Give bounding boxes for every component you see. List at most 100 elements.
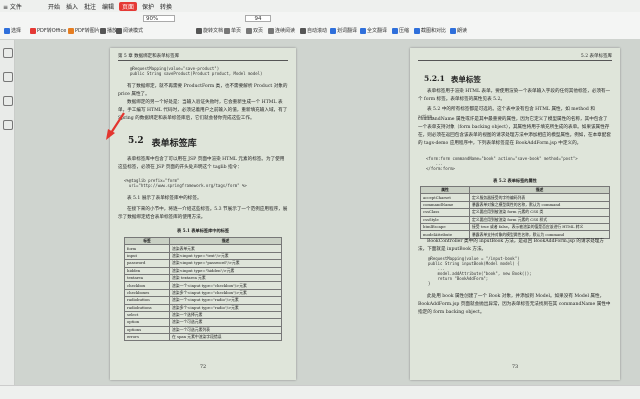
single-page-icon (224, 27, 230, 34)
zoom-input[interactable]: 90% (143, 15, 175, 22)
fulltext-translate-icon (360, 27, 366, 34)
read-aloud-icon (450, 27, 456, 34)
paragraph: 在接下来的小节中，将逐一介绍这些标签。5.3 节展示了一个范例应用程序，展示了数… (118, 207, 288, 220)
section-number: 5.2 (128, 136, 144, 146)
page-header: 5.2 表单标签库 (418, 53, 612, 61)
autoscroll-icon (300, 27, 306, 34)
autoscroll-button[interactable]: 自动滚动 (300, 27, 327, 34)
fulltext-translate-button[interactable]: 全文翻译 (360, 27, 387, 34)
menu-item-edit[interactable]: 页面 (119, 1, 138, 11)
continuous-icon (268, 27, 274, 34)
menu-item-file[interactable]: ≡ 文件 (0, 2, 25, 11)
page-number-input[interactable]: 94 (245, 15, 271, 22)
table-cell-description: 渲染<input type="hidden"/>元素 (169, 266, 282, 275)
table-cell-name: acceptCharset (420, 193, 470, 202)
paragraph: BookController 类中的 inputBook 方法，是返回 Book… (418, 239, 604, 252)
search-icon[interactable] (3, 120, 13, 130)
annotation-arrow (106, 112, 125, 140)
table-cell-description: 在 span 元素中渲染字段错误 (169, 333, 282, 342)
table-cell-description: 渲染多个<input type="radio"/>元素 (169, 303, 282, 312)
code-block-form: <form:form commandName="book" action="sa… (426, 156, 578, 171)
menu-item-start[interactable]: 插入 (63, 2, 81, 11)
read-mode-button[interactable]: 阅读模式 (116, 27, 143, 34)
rotate-icon (196, 27, 202, 34)
read-aloud-button[interactable]: 朗读 (450, 27, 467, 34)
left-sidebar (0, 40, 15, 385)
subsection-heading: 5.2.1 表单标签 (424, 74, 481, 85)
table-row: select 渲染一个选择元素 (124, 310, 282, 320)
arrow-shaft (110, 112, 125, 134)
table-row: cssStyle 定义要应用到被渲染 form 元素的 CSS 样式 (420, 215, 610, 224)
paragraph: 表 5.1 展示了表单标签库中的标签。 (127, 196, 202, 201)
screenshot-button[interactable]: 截图和对比 (414, 27, 446, 34)
continuous-button[interactable]: 连续阅读 (268, 27, 295, 34)
code-block-top: @RequestMapping(value="save-product") pu… (130, 66, 263, 76)
menu-item-page[interactable]: 保护 (139, 2, 157, 11)
table-cell-name: commandName (420, 200, 470, 210)
paragraph: 表单标签用于渲染 HTML 表单，要使用渲染一个表单输入字段的任何其他标签，必须… (418, 89, 611, 102)
table-row: commandName 暴露表单对象之模型属性的名称，默认为 command (420, 200, 610, 210)
menu-item-protect[interactable]: 转换 (157, 2, 175, 11)
pdf-to-office-button[interactable]: PDF转Office ▾ (30, 27, 70, 34)
rotate-button[interactable]: 旋转文档 (196, 27, 223, 34)
select-button[interactable]: 选择 (4, 27, 21, 34)
rotate-label: 旋转文档 (203, 28, 224, 34)
translate-icon (330, 27, 336, 34)
table-row: form 渲染表单元素 (124, 244, 282, 253)
subsection-number: 5.2.1 (424, 74, 445, 83)
screenshot-label: 截图和对比 (421, 28, 447, 34)
table-cell-name: radiobuttons (124, 303, 170, 312)
single-page-button[interactable]: 单页 (224, 27, 241, 34)
paragraph: 此处用 book 属性创建了一个 Book 对象，并添加到 Model。如果没有… (418, 294, 611, 315)
continuous-label: 连续阅读 (275, 28, 296, 34)
header-right: 5.2 表单标签库 (580, 54, 612, 59)
table-row: radiobutton 渲染一个<input type="radio"/>元素 (124, 296, 282, 305)
pdf-to-office-label: PDF转Office ▾ (37, 28, 71, 34)
code-block-method: @RequestMapping(value = "/input-book") p… (428, 256, 532, 286)
pdf-to-image-button[interactable]: PDF转图片 (68, 27, 100, 34)
table-cell-name: input (124, 251, 170, 261)
read-mode-label: 阅读模式 (123, 28, 144, 34)
double-page-button[interactable]: 双页 (246, 27, 263, 34)
table-cell-description: 渲染一个可选元素列表 (169, 325, 282, 335)
comment-icon[interactable] (3, 96, 13, 106)
table-cell-name: hidden (124, 266, 170, 275)
table-row: options 渲染一个可选元素列表 (124, 325, 282, 335)
compress-button[interactable]: 压缩 (392, 27, 409, 34)
cursor-icon (4, 27, 10, 34)
table-cell-name: cssStyle (420, 215, 470, 224)
pdf-page-right: 5.2 表单标签库 5.2.1 表单标签 表单标签用于渲染 HTML 表单，要使… (410, 48, 620, 380)
double-page-icon (246, 27, 252, 34)
table-cell-description: 渲染一个可选元素 (169, 318, 282, 327)
table-cell-description: 渲染一个选择元素 (169, 310, 282, 320)
table-row: input 渲染<input type="text"/>元素 (124, 251, 282, 261)
read-aloud-label: 朗读 (457, 28, 468, 34)
table-row: htmlEscape 接受 true 或者 false，表示被渲染的值是否应该进行… (420, 222, 610, 232)
pdf-page-left: 第 5 章 数据绑定和表单标签库 @RequestMapping(value="… (110, 48, 296, 380)
table-cell-name: select (124, 310, 170, 320)
translate-button[interactable]: 划词翻译 (330, 27, 357, 34)
menu-item-1[interactable]: 开始 (45, 2, 63, 11)
table-cell-name: options (124, 325, 170, 335)
play-button[interactable]: 播放 (100, 27, 117, 34)
bookmark-icon[interactable] (3, 48, 13, 58)
pdf-convert-icon (30, 27, 36, 34)
table-row: radiobuttons 渲染多个<input type="radio"/>元素 (124, 303, 282, 312)
double-page-label: 双页 (253, 28, 264, 34)
menu-item-insert[interactable]: 批注 (81, 2, 99, 11)
column-header: 属性 (420, 185, 470, 195)
fulltext-translate-label: 全文翻译 (367, 28, 388, 34)
table-cell-name: password (124, 259, 170, 268)
autoscroll-label: 自动滚动 (307, 28, 328, 34)
header-left: 第 5 章 数据绑定和表单标签库 (118, 54, 180, 59)
section-title: 表单标签库 (151, 139, 197, 149)
thumbnail-icon[interactable] (3, 72, 13, 82)
menu-item-comment[interactable]: 编辑 (99, 2, 117, 11)
table-cell-description: 定义要应用到被渲染 form 元素的 CSS 类 (469, 208, 610, 217)
table-cell-name: option (124, 318, 170, 327)
table-caption: 表 5.2 表单标签的属性 (493, 178, 537, 183)
column-header: 描述 (169, 236, 282, 246)
column-header: 描述 (469, 185, 610, 195)
table-row: cssClass 定义要应用到被渲染 form 元素的 CSS 类 (420, 208, 610, 217)
page-number: 72 (199, 364, 207, 370)
